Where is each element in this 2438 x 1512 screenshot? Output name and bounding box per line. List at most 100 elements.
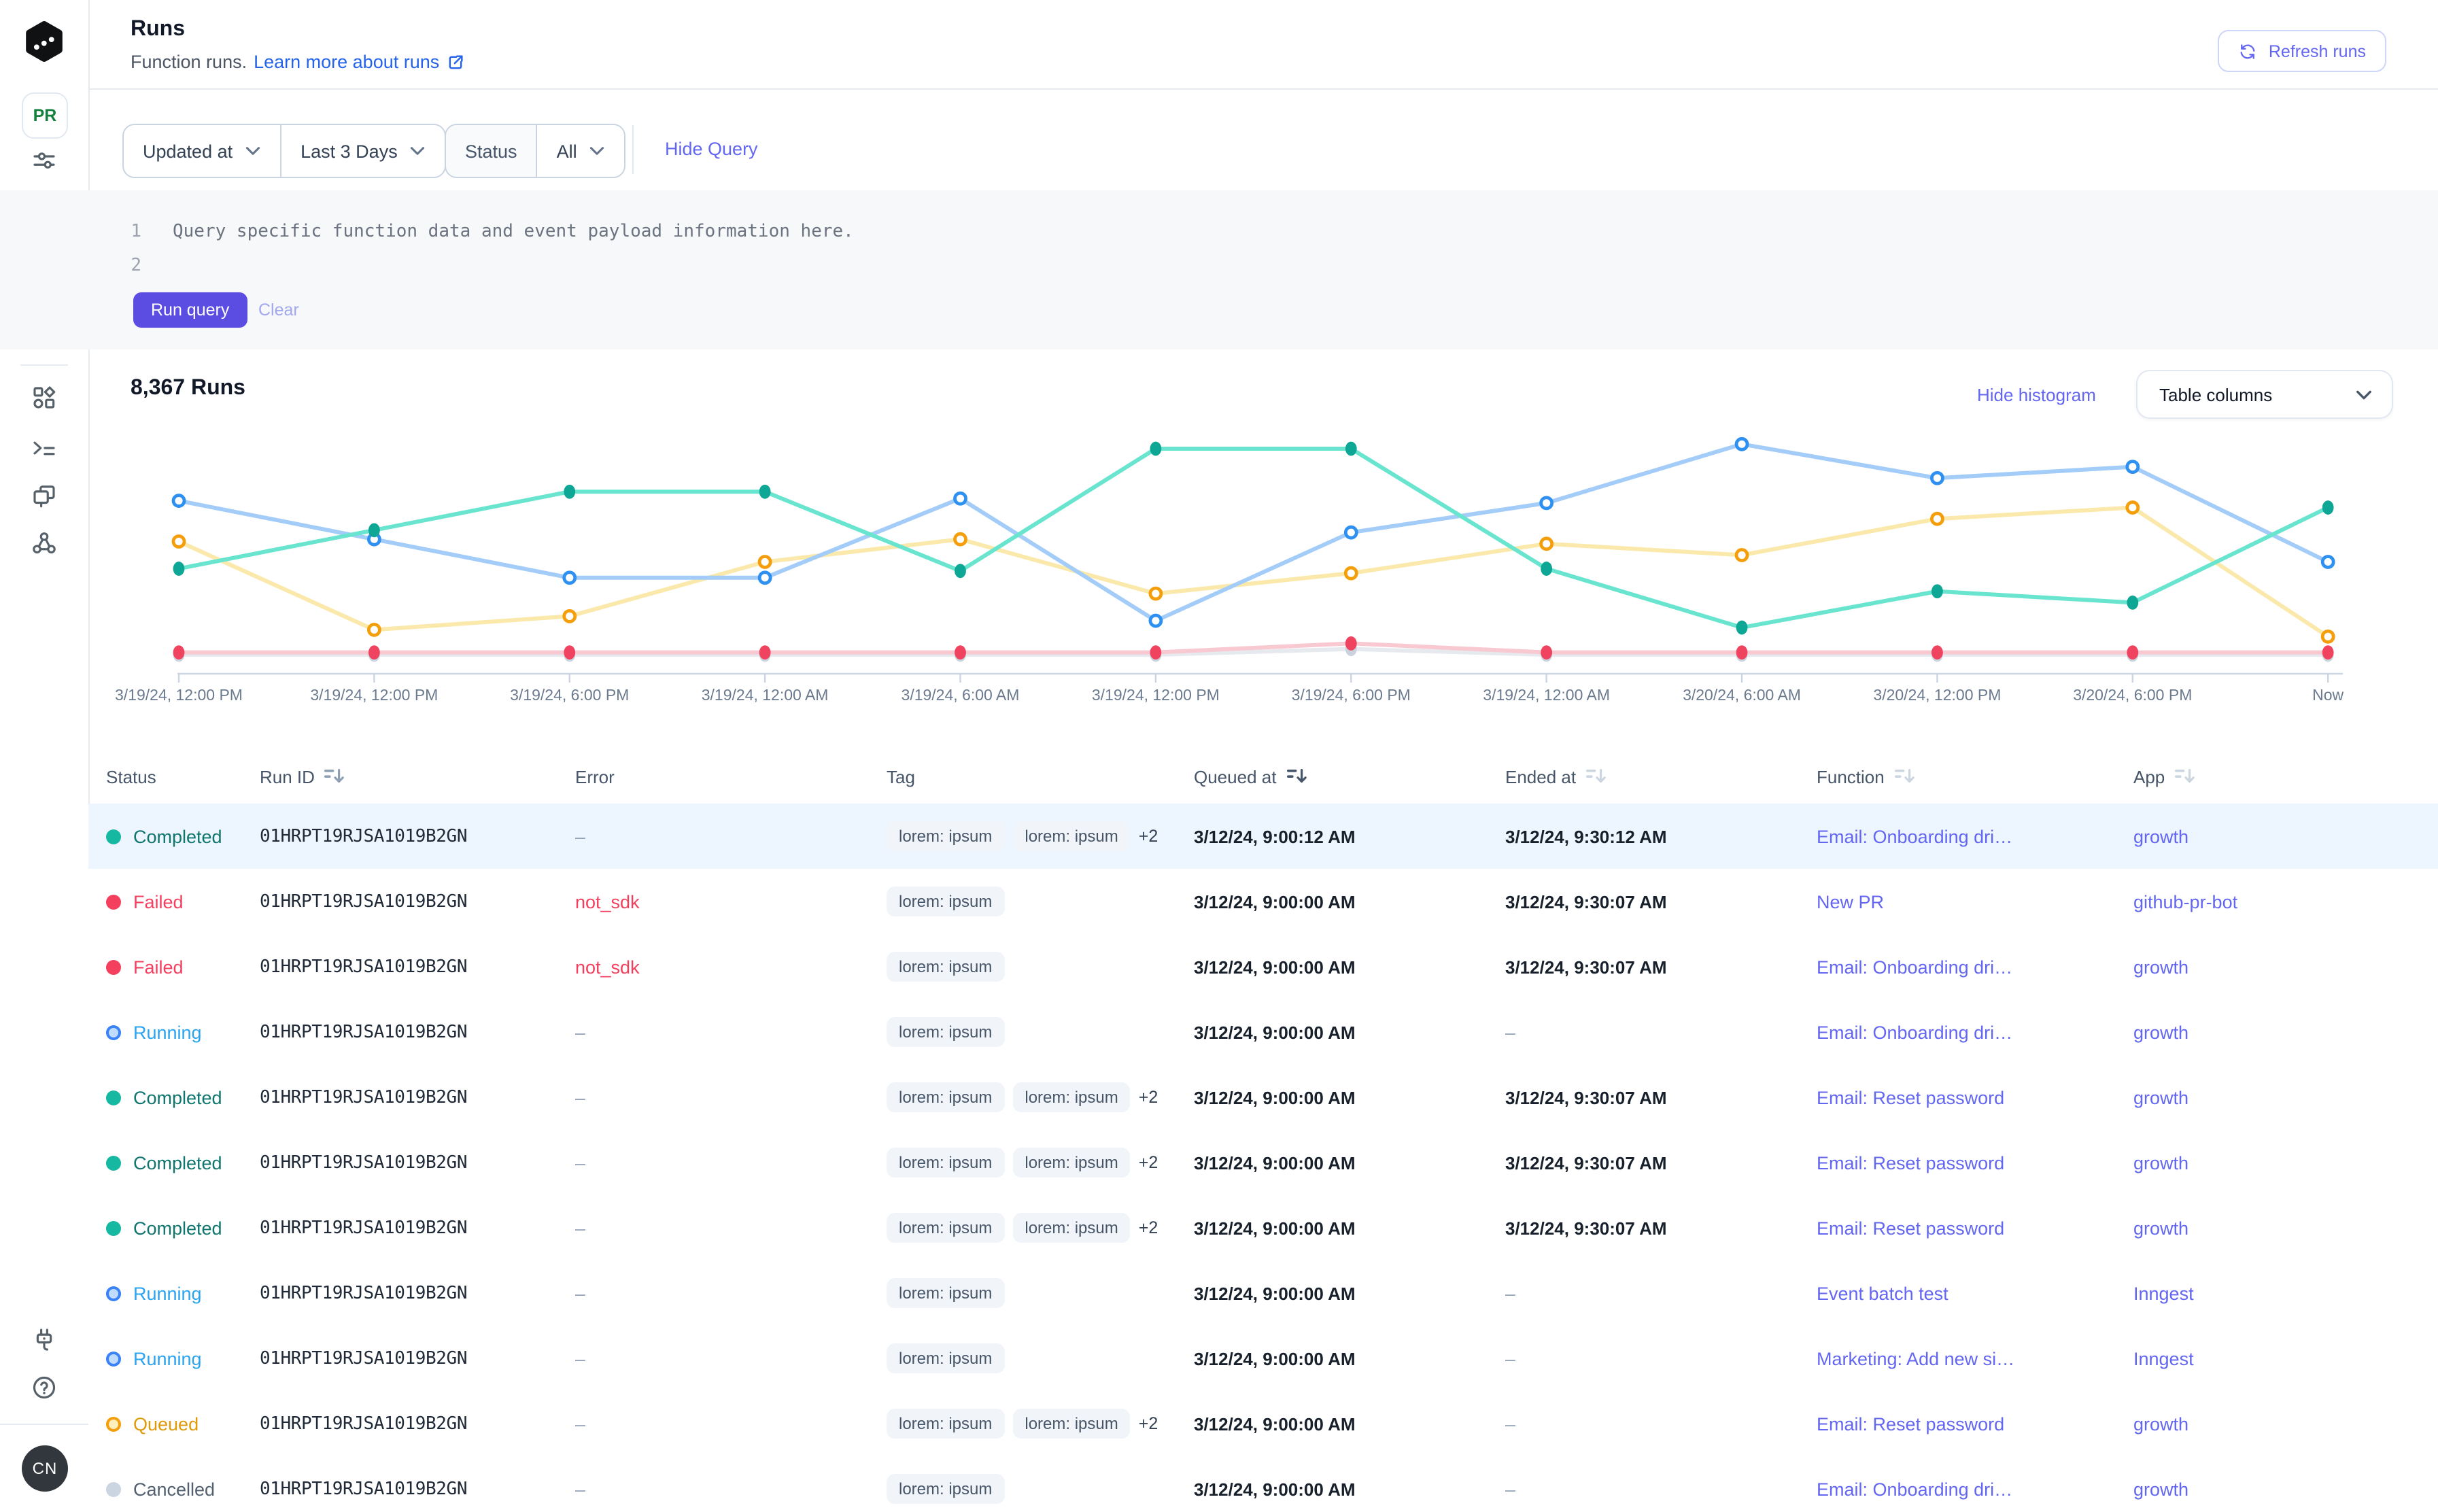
plug-icon[interactable] <box>30 1326 58 1354</box>
table-row[interactable]: Running01HRPT19RJSA1019B2GN–lorem: ipsum… <box>88 999 2438 1066</box>
function-link[interactable]: New PR <box>1817 891 1884 912</box>
tag-cell: lorem: ipsumlorem: ipsum+2 <box>887 1148 1194 1178</box>
function-link[interactable]: Email: Reset password <box>1817 1087 2004 1107</box>
function-cell: Email: Onboarding dri… <box>1817 826 2133 846</box>
tag-chip: lorem: ipsum <box>1012 1409 1130 1439</box>
clear-query-button[interactable]: Clear <box>258 292 299 328</box>
user-avatar[interactable]: CN <box>22 1445 68 1492</box>
function-link[interactable]: Email: Onboarding dri… <box>1817 1022 2012 1042</box>
app-link[interactable]: growth <box>2133 1022 2188 1042</box>
hide-histogram-link[interactable]: Hide histogram <box>1977 385 2096 405</box>
function-cell: Email: Reset password <box>1817 1152 2133 1173</box>
table-row[interactable]: Completed01HRPT19RJSA1019B2GN–lorem: ips… <box>88 1065 2438 1131</box>
tag-chip: lorem: ipsum <box>1012 1213 1130 1243</box>
column-header-error: Error <box>575 766 887 787</box>
status-cell: Completed <box>106 1218 260 1238</box>
app-link[interactable]: growth <box>2133 1218 2188 1238</box>
function-link[interactable]: Event batch test <box>1817 1283 1948 1303</box>
status-cell: Running <box>106 1283 260 1303</box>
status-dot-icon <box>106 1025 121 1040</box>
app-link[interactable]: growth <box>2133 1413 2188 1434</box>
chevron-down-icon <box>589 145 606 156</box>
function-cell: New PR <box>1817 891 2133 912</box>
tag-chip: lorem: ipsum <box>887 1213 1004 1243</box>
status-cell: Completed <box>106 1152 260 1173</box>
status-filter-dropdown[interactable]: All <box>536 125 625 177</box>
tag-overflow-count[interactable]: +2 <box>1139 1153 1158 1172</box>
table-row[interactable]: Completed01HRPT19RJSA1019B2GN–lorem: ips… <box>88 1195 2438 1262</box>
sort-icon[interactable] <box>1585 767 1606 786</box>
time-range-dropdown[interactable]: Last 3 Days <box>280 125 445 177</box>
function-link[interactable]: Marketing: Add new si… <box>1817 1348 2014 1369</box>
app-link[interactable]: growth <box>2133 826 2188 846</box>
function-cell: Email: Reset password <box>1817 1218 2133 1238</box>
sort-field-dropdown[interactable]: Updated at <box>124 125 280 177</box>
function-link[interactable]: Email: Onboarding dri… <box>1817 1479 2012 1499</box>
function-link[interactable]: Email: Reset password <box>1817 1218 2004 1238</box>
tag-overflow-count[interactable]: +2 <box>1139 1218 1158 1237</box>
function-link[interactable]: Email: Reset password <box>1817 1413 2004 1434</box>
app-link[interactable]: github-pr-bot <box>2133 891 2237 912</box>
app-cell: growth <box>2133 1479 2438 1499</box>
sort-icon[interactable] <box>324 767 345 786</box>
error-cell: not_sdk <box>575 891 887 912</box>
table-row[interactable]: Failed01HRPT19RJSA1019B2GNnot_sdklorem: … <box>88 869 2438 935</box>
workspace-badge[interactable]: PR <box>22 92 68 139</box>
sort-icon[interactable] <box>1894 767 1915 786</box>
app-cell: growth <box>2133 957 2438 977</box>
column-header-app[interactable]: App <box>2133 766 2438 787</box>
table-row[interactable]: Running01HRPT19RJSA1019B2GN–lorem: ipsum… <box>88 1260 2438 1327</box>
query-editor[interactable] <box>0 190 2438 349</box>
ended-at-cell: 3/12/24, 9:30:07 AM <box>1505 957 1817 977</box>
tag-chip: lorem: ipsum <box>887 1474 1004 1504</box>
table-row[interactable]: Completed01HRPT19RJSA1019B2GN–lorem: ips… <box>88 1130 2438 1197</box>
hide-query-link[interactable]: Hide Query <box>665 139 758 159</box>
table-row[interactable]: Cancelled01HRPT19RJSA1019B2GN–lorem: ips… <box>88 1456 2438 1512</box>
sort-icon[interactable] <box>2174 767 2195 786</box>
inngest-logo-icon[interactable] <box>22 19 67 64</box>
run-query-button[interactable]: Run query <box>133 292 247 328</box>
column-header-queued-at[interactable]: Queued at <box>1194 766 1505 787</box>
status-filter-label: Status <box>446 125 536 177</box>
status-dot-icon <box>106 1481 121 1496</box>
app-link[interactable]: Inngest <box>2133 1348 2194 1369</box>
column-header-run-id[interactable]: Run ID <box>260 766 575 787</box>
table-row[interactable]: Running01HRPT19RJSA1019B2GN–lorem: ipsum… <box>88 1326 2438 1392</box>
filters-icon[interactable] <box>30 147 58 175</box>
function-cell: Marketing: Add new si… <box>1817 1348 2133 1369</box>
app-cell: growth <box>2133 826 2438 846</box>
status-dot-icon <box>106 1220 121 1235</box>
ended-at-cell: – <box>1505 1348 1817 1369</box>
tag-cell: lorem: ipsum <box>887 1343 1194 1373</box>
tag-cell: lorem: ipsumlorem: ipsum+2 <box>887 1082 1194 1112</box>
refresh-runs-button[interactable]: Refresh runs <box>2218 30 2386 72</box>
app-link[interactable]: growth <box>2133 1087 2188 1107</box>
table-row[interactable]: Failed01HRPT19RJSA1019B2GNnot_sdklorem: … <box>88 934 2438 1001</box>
app-link[interactable]: Inngest <box>2133 1283 2194 1303</box>
tag-cell: lorem: ipsum <box>887 952 1194 982</box>
app-link[interactable]: growth <box>2133 957 2188 977</box>
app-cell: github-pr-bot <box>2133 891 2438 912</box>
app-cell: Inngest <box>2133 1348 2438 1369</box>
column-header-function[interactable]: Function <box>1817 766 2133 787</box>
column-header-ended-at[interactable]: Ended at <box>1505 766 1817 787</box>
tag-overflow-count[interactable]: +2 <box>1139 1414 1158 1433</box>
run-id-cell: 01HRPT19RJSA1019B2GN <box>260 1086 575 1108</box>
function-link[interactable]: Email: Onboarding dri… <box>1817 826 2012 846</box>
sort-icon[interactable] <box>1286 767 1306 786</box>
function-link[interactable]: Email: Reset password <box>1817 1152 2004 1173</box>
runs-histogram-chart[interactable] <box>0 408 2438 693</box>
table-row[interactable]: Completed01HRPT19RJSA1019B2GN–lorem: ips… <box>88 804 2438 870</box>
learn-more-link[interactable]: Learn more about runs <box>254 52 465 72</box>
function-link[interactable]: Email: Onboarding dri… <box>1817 957 2012 977</box>
app-link[interactable]: growth <box>2133 1152 2188 1173</box>
table-row[interactable]: Queued01HRPT19RJSA1019B2GN–lorem: ipsuml… <box>88 1391 2438 1458</box>
tag-chip: lorem: ipsum <box>887 1017 1004 1047</box>
tag-overflow-count[interactable]: +2 <box>1139 827 1158 846</box>
tag-overflow-count[interactable]: +2 <box>1139 1088 1158 1107</box>
app-link[interactable]: growth <box>2133 1479 2188 1499</box>
status-dot-icon <box>106 829 121 844</box>
error-cell: – <box>575 1479 887 1499</box>
help-icon[interactable] <box>30 1373 58 1402</box>
ended-at-cell: 3/12/24, 9:30:12 AM <box>1505 826 1817 846</box>
